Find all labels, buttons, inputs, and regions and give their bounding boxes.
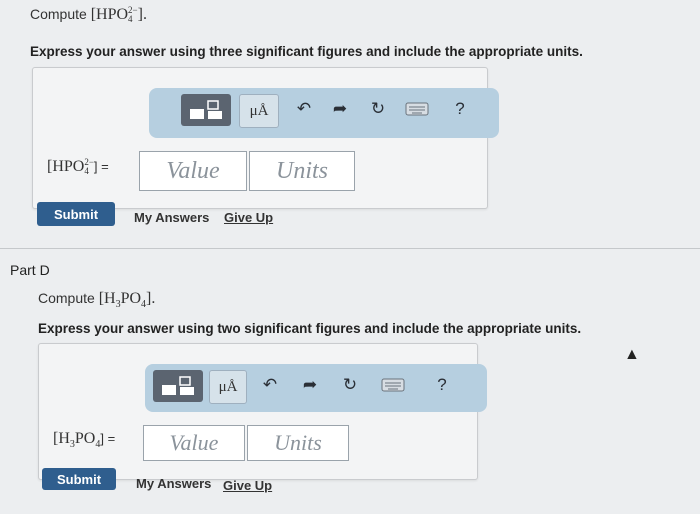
units-icon[interactable]: μÅ [239, 94, 279, 128]
units-placeholder: Units [274, 430, 322, 455]
part-c-instruction: Express your answer using three signific… [30, 44, 583, 59]
formula-close: ]. [137, 6, 147, 23]
value-placeholder: Value [166, 157, 220, 184]
part-c-answer-label: [HPO2− 4] = [47, 158, 109, 176]
keyboard-glyph [381, 378, 405, 392]
part-c-value-input[interactable]: Value [139, 151, 247, 191]
section-divider [0, 248, 700, 249]
help-label: ? [437, 375, 447, 394]
part-c-units-input[interactable]: Units [249, 151, 355, 191]
redo-icon[interactable]: ➦ [329, 98, 351, 120]
part-c-give-up-link[interactable]: Give Up [224, 210, 273, 225]
value-placeholder: Value [169, 430, 219, 455]
mouse-cursor-icon: ▲ [624, 346, 640, 363]
part-d-units-input[interactable]: Units [247, 425, 349, 461]
help-icon[interactable]: ? [431, 374, 453, 396]
formula-main: [HPO [90, 6, 129, 23]
part-d-submit-button[interactable]: Submit [42, 468, 116, 490]
keyboard-icon[interactable] [381, 374, 405, 396]
part-d-instruction: Express your answer using two significan… [38, 321, 582, 336]
help-label: ? [455, 99, 465, 118]
keyboard-glyph [405, 102, 429, 116]
part-d-toolbar: μÅ ↶ ➦ ↻ ? [145, 364, 487, 412]
label-main: [HPO [47, 158, 85, 175]
label-open: [H [53, 430, 70, 447]
part-d-my-answers-link[interactable]: My Answers [136, 476, 211, 491]
label-sub: 4 [84, 166, 89, 177]
units-placeholder: Units [275, 157, 328, 184]
formula-mid: PO [120, 290, 142, 307]
part-d-give-up-link[interactable]: Give Up [223, 478, 272, 493]
formula-sub: 4 [128, 14, 133, 25]
templates-glyph [162, 376, 194, 395]
keyboard-icon[interactable] [405, 98, 429, 120]
help-icon[interactable]: ? [449, 98, 471, 120]
compute-prefix: Compute [30, 6, 87, 22]
formula-open: [H [98, 290, 116, 307]
part-d-compute-text: Compute [H3PO4]. [38, 290, 155, 310]
units-icon[interactable]: μÅ [209, 370, 247, 404]
part-c-compute-text: Compute [HPO2− 4]. [30, 6, 147, 24]
part-d-value-input[interactable]: Value [143, 425, 245, 461]
undo-icon[interactable]: ↶ [259, 374, 281, 396]
compute-prefix: Compute [38, 290, 95, 306]
part-c-toolbar: μÅ ↶ ➦ ↻ ? [149, 88, 499, 138]
compute-formula: [HPO2− 4]. [90, 6, 147, 24]
units-button-label: μÅ [218, 378, 238, 395]
label-close: ] = [93, 159, 109, 174]
reset-icon[interactable]: ↻ [339, 374, 361, 396]
compute-formula: [H3PO4]. [98, 290, 156, 310]
part-c-submit-button[interactable]: Submit [37, 202, 115, 226]
label-close: ] = [100, 431, 116, 446]
templates-icon[interactable] [153, 370, 203, 402]
undo-icon[interactable]: ↶ [293, 98, 315, 120]
label-mid: PO [74, 430, 96, 447]
part-d-answer-label: [H3PO4] = [53, 430, 115, 450]
formula-supsub: 2− 4 [128, 6, 138, 24]
reset-icon[interactable]: ↻ [367, 98, 389, 120]
part-d-label: Part D [10, 262, 50, 278]
formula-close: ]. [146, 290, 156, 307]
part-c-my-answers-link[interactable]: My Answers [134, 210, 209, 225]
units-button-label: μÅ [249, 102, 269, 119]
templates-glyph [190, 100, 222, 119]
label-supsub: 2− 4 [84, 158, 94, 176]
part-d-answer-box: μÅ ↶ ➦ ↻ ? [H3PO4] = Value Units [38, 343, 487, 480]
submit-label: Submit [56, 471, 102, 487]
part-c-answer-box: μÅ ↶ ➦ ↻ ? [HPO2− 4] = Value Units [32, 67, 499, 209]
templates-icon[interactable] [181, 94, 231, 126]
submit-label: Submit [53, 206, 99, 222]
redo-icon[interactable]: ➦ [299, 374, 321, 396]
